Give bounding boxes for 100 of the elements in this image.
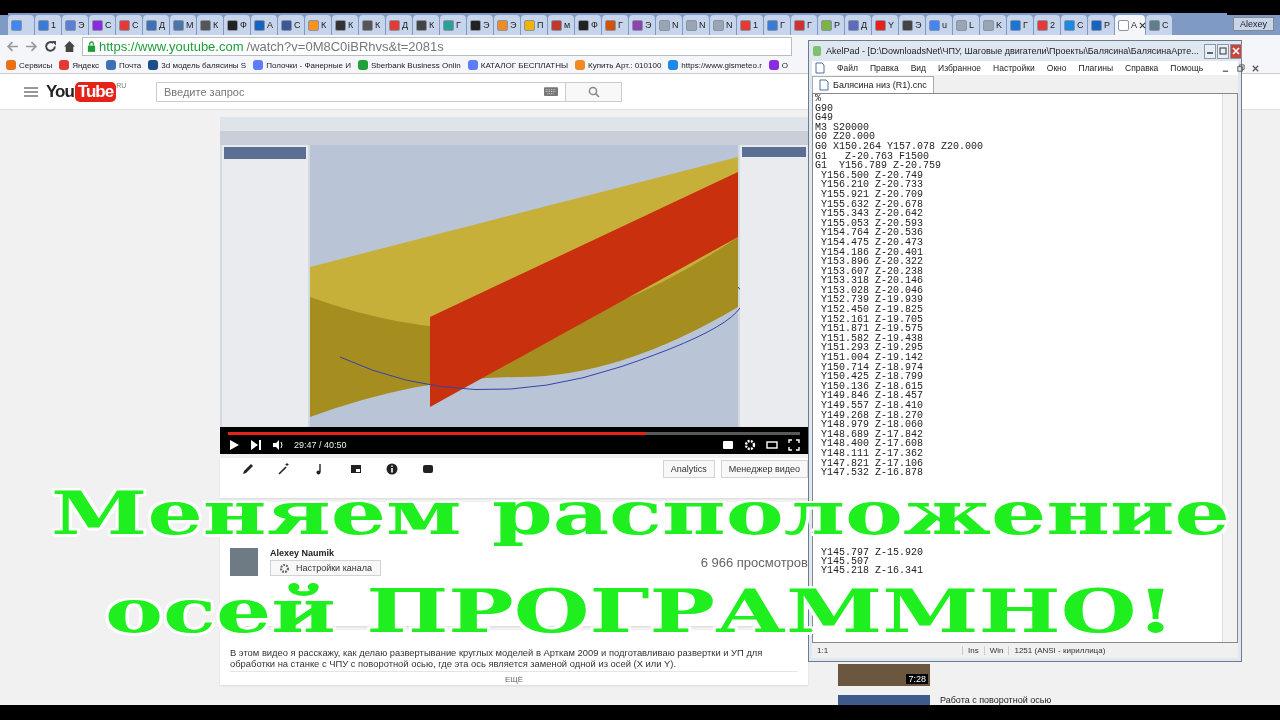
browser-tab[interactable]: Р bbox=[818, 15, 844, 35]
home-icon[interactable] bbox=[63, 39, 76, 53]
browser-tab[interactable]: Э bbox=[467, 15, 493, 35]
menu-item[interactable]: Избранное bbox=[938, 63, 982, 73]
address-field[interactable]: https://www.youtube.com /watch?v=0M8C0iBRhvs&t=2081s bbox=[82, 36, 792, 56]
browser-tab[interactable]: С bbox=[1146, 15, 1172, 35]
youtube-logo[interactable]: You Tube $^{RU}$ bbox=[46, 81, 156, 102]
browser-tab[interactable]: Г bbox=[791, 15, 817, 35]
browser-tab[interactable]: К bbox=[332, 15, 358, 35]
forward-icon[interactable] bbox=[25, 39, 38, 53]
menu-item[interactable]: Помощь bbox=[1170, 63, 1204, 73]
magic-wand-icon[interactable] bbox=[278, 463, 290, 475]
show-more-button[interactable]: ЕЩЁ bbox=[230, 671, 798, 685]
next-icon[interactable] bbox=[250, 439, 262, 451]
bookmark-link[interactable]: КАТАЛОГ БЕСПЛАТНЫ bbox=[467, 60, 569, 70]
browser-tab[interactable]: Э bbox=[629, 15, 655, 35]
browser-tab[interactable]: Г bbox=[764, 15, 790, 35]
video-thumbnail[interactable] bbox=[838, 695, 930, 705]
browser-tab[interactable]: С bbox=[1061, 15, 1087, 35]
browser-tab[interactable]: Г bbox=[440, 15, 466, 35]
browser-tab[interactable]: L bbox=[953, 15, 979, 35]
theater-icon[interactable] bbox=[766, 439, 778, 451]
bookmark-link[interactable]: Sberbank Business Onlin bbox=[357, 60, 461, 70]
file-tab[interactable]: Балясина низ (R1).cnc bbox=[812, 76, 934, 93]
browser-tab[interactable]: 1 bbox=[737, 15, 763, 35]
restore-icon[interactable] bbox=[1236, 63, 1246, 73]
channel-name[interactable]: Alexey Naumik bbox=[270, 548, 335, 558]
reload-icon[interactable] bbox=[44, 39, 57, 53]
channel-settings-button[interactable]: Настройки канала bbox=[270, 560, 381, 576]
browser-tab[interactable]: С bbox=[278, 15, 304, 35]
browser-tab[interactable]: N bbox=[710, 15, 736, 35]
pencil-icon[interactable] bbox=[242, 463, 254, 475]
settings-icon[interactable] bbox=[744, 439, 756, 451]
browser-tab[interactable]: Ф bbox=[224, 15, 250, 35]
menu-item[interactable]: Настройки bbox=[993, 63, 1035, 73]
menu-item[interactable]: Правка bbox=[869, 63, 899, 73]
browser-tab[interactable]: Г bbox=[1007, 15, 1033, 35]
browser-tab[interactable]: С bbox=[116, 15, 142, 35]
browser-tab[interactable]: u bbox=[926, 15, 952, 35]
menu-icon[interactable] bbox=[24, 86, 38, 97]
bookmark-link[interactable]: 3d модель балясины S bbox=[148, 60, 247, 70]
search-button[interactable] bbox=[566, 81, 622, 102]
video-thumbnail[interactable]: 7:28 bbox=[838, 664, 930, 686]
search-field[interactable]: Введите запрос bbox=[156, 81, 566, 102]
browser-tab[interactable]: м bbox=[548, 15, 574, 35]
close-icon[interactable] bbox=[1139, 21, 1146, 29]
captions-icon[interactable] bbox=[422, 463, 434, 475]
close-icon[interactable] bbox=[1251, 63, 1261, 73]
bookmark-link[interactable]: Купить Арт.: 010100 bbox=[575, 60, 662, 70]
bookmark-link[interactable]: О bbox=[768, 60, 789, 70]
close-button[interactable] bbox=[1229, 43, 1242, 59]
browser-tab[interactable]: Ф bbox=[575, 15, 601, 35]
video-title-link[interactable]: Работа с поворотной осью bbox=[940, 695, 1052, 705]
code-line: Y150.136 Z-18.615 bbox=[820, 381, 925, 392]
browser-tab[interactable]: Э bbox=[62, 15, 88, 35]
minimize-button[interactable] bbox=[1203, 43, 1216, 59]
browser-tab[interactable]: 1 bbox=[35, 15, 61, 35]
browser-tab[interactable]: Р bbox=[1088, 15, 1114, 35]
browser-tab[interactable]: А bbox=[251, 15, 277, 35]
browser-tab[interactable]: K bbox=[980, 15, 1006, 35]
volume-icon[interactable] bbox=[272, 439, 284, 451]
browser-tab[interactable]: П bbox=[521, 15, 547, 35]
profile-button[interactable]: Alexey bbox=[1233, 17, 1274, 31]
browser-tab[interactable]: С bbox=[89, 15, 115, 35]
play-icon[interactable] bbox=[228, 439, 240, 451]
menu-item[interactable]: Файл bbox=[837, 63, 858, 73]
bookmark-link[interactable]: Полочки - Фанерные И bbox=[253, 60, 351, 70]
browser-tab[interactable]: Д bbox=[386, 15, 412, 35]
maximize-button[interactable] bbox=[1216, 43, 1229, 59]
bookmark-link[interactable]: Почта bbox=[106, 60, 142, 70]
browser-tab[interactable]: Д bbox=[143, 15, 169, 35]
menu-item[interactable]: Справка bbox=[1125, 63, 1159, 73]
back-icon[interactable] bbox=[6, 39, 19, 53]
menu-item[interactable]: Плагины bbox=[1078, 63, 1113, 73]
video-manager-button[interactable]: Менеджер видео bbox=[720, 460, 808, 478]
card-icon[interactable] bbox=[350, 463, 362, 475]
menu-item[interactable]: Вид bbox=[910, 63, 926, 73]
browser-tab[interactable]: Э bbox=[899, 15, 925, 35]
browser-tab[interactable]: К bbox=[359, 15, 385, 35]
browser-tab[interactable]: К bbox=[413, 15, 439, 35]
browser-tab[interactable]: N bbox=[656, 15, 682, 35]
browser-tab[interactable]: N bbox=[683, 15, 709, 35]
browser-tab[interactable]: М bbox=[170, 15, 196, 35]
info-icon[interactable] bbox=[386, 463, 398, 475]
browser-tab[interactable]: К bbox=[197, 15, 223, 35]
browser-tab[interactable]: 2 bbox=[1034, 15, 1060, 35]
video-player[interactable]: 29:47 / 40:50 bbox=[220, 117, 808, 454]
subtitles-icon[interactable] bbox=[722, 439, 734, 451]
analytics-button[interactable]: Analytics bbox=[662, 460, 715, 478]
browser-tab[interactable]: Э bbox=[494, 15, 520, 35]
browser-tab[interactable]: К bbox=[305, 15, 331, 35]
browser-tab[interactable]: Y bbox=[872, 15, 898, 35]
bookmark-link[interactable]: Яндекс bbox=[59, 60, 100, 70]
browser-tab[interactable]: A bbox=[1115, 15, 1145, 35]
bookmark-link[interactable]: Сервисы bbox=[6, 60, 53, 70]
browser-tab[interactable]: Д bbox=[845, 15, 871, 35]
fullscreen-icon[interactable] bbox=[788, 439, 800, 451]
menu-item[interactable]: Окно bbox=[1046, 63, 1067, 73]
bookmark-link[interactable]: https://www.gismeteo.r bbox=[668, 60, 762, 70]
browser-tab[interactable]: Г bbox=[602, 15, 628, 35]
